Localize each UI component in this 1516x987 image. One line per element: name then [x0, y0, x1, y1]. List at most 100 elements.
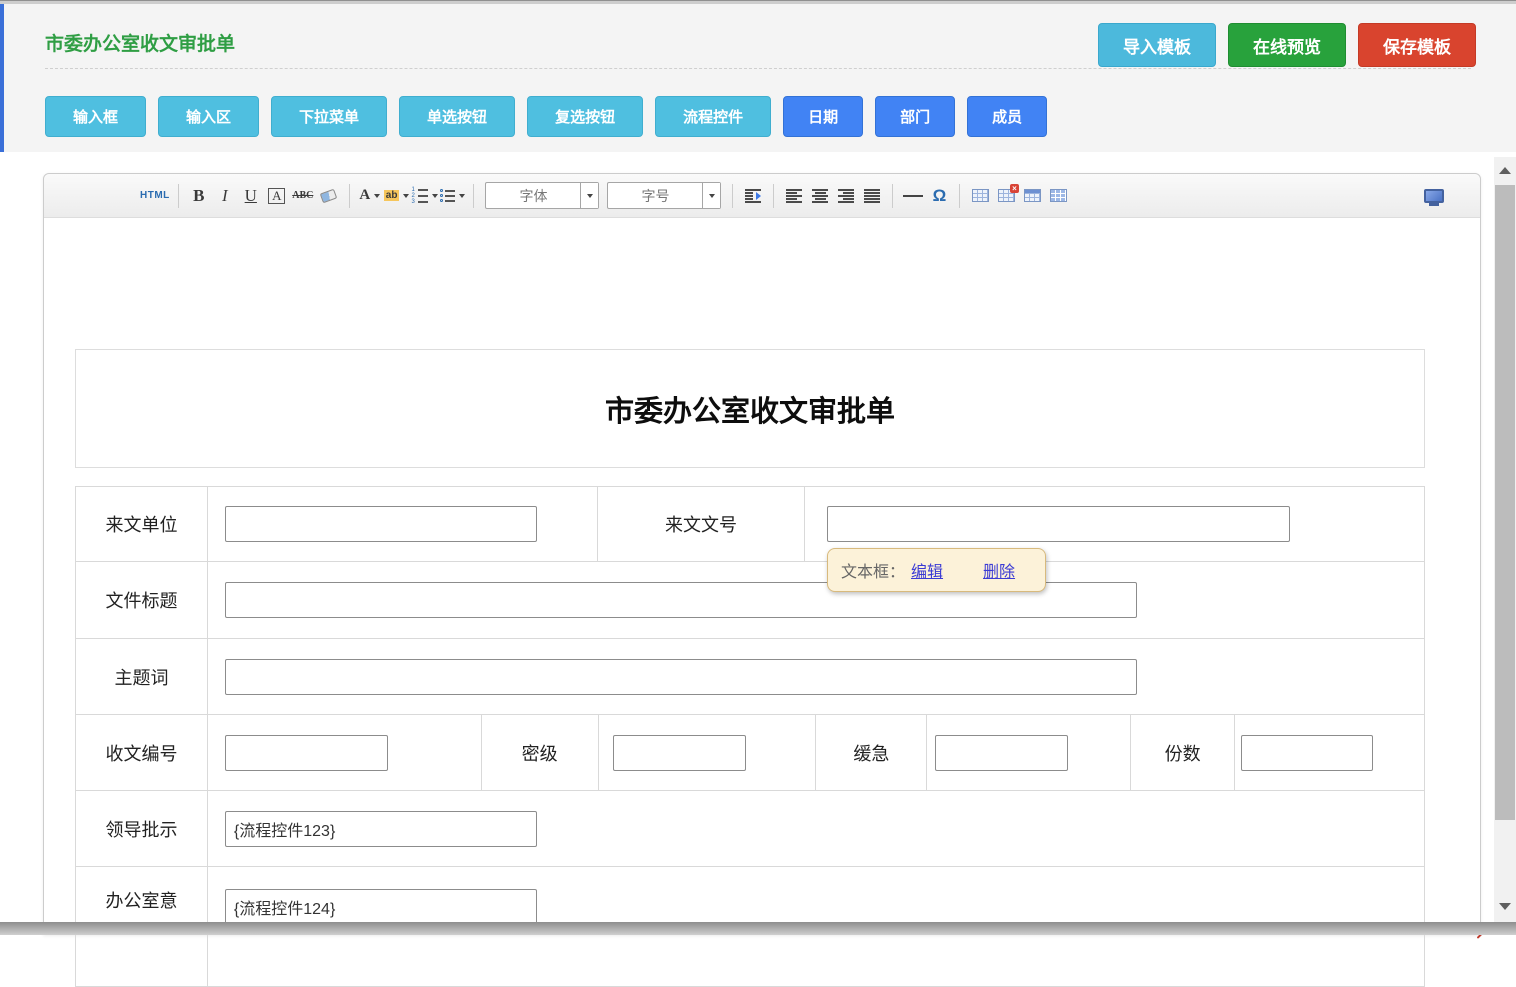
align-left-icon[interactable]	[782, 183, 806, 209]
indent-icon[interactable]	[741, 183, 765, 209]
left-accent-stripe	[0, 4, 4, 152]
eraser-icon	[320, 188, 338, 203]
strikethrough-icon[interactable]: ABC	[291, 183, 315, 209]
page-title: 市委办公室收文审批单	[45, 29, 235, 56]
ordered-list-icon[interactable]: 1 2 3	[411, 183, 438, 209]
triangle-down-icon	[1499, 903, 1511, 910]
toolbar-separator	[473, 184, 474, 208]
toolbar-separator	[773, 184, 774, 208]
highlight-color-icon[interactable]: ab	[384, 183, 410, 209]
widget-radio-button[interactable]: 单选按钮	[399, 96, 515, 137]
header: 市委办公室收文审批单 导入模板 在线预览 保存模板 输入框 输入区 下拉菜单 单…	[0, 4, 1516, 152]
copies-count-input[interactable]	[1241, 735, 1373, 771]
widget-button-row: 输入框 输入区 下拉菜单 单选按钮 复选按钮 流程控件 日期 部门 成员	[45, 96, 1047, 137]
table-row: 文件标题	[76, 562, 1425, 639]
editor-content-area[interactable]: 市委办公室收文审批单 来文单位 来文文号 文件标题	[44, 218, 1480, 987]
table-row: 收文编号 密级 缓急 份数	[76, 715, 1425, 791]
table-properties-icon[interactable]	[1020, 183, 1044, 209]
toolbar-separator	[178, 184, 179, 208]
form-table: 来文单位 来文文号 文件标题 主题词	[75, 486, 1425, 987]
toolbar-separator	[732, 184, 733, 208]
table-cell	[208, 487, 598, 562]
document-title-label: 文件标题	[76, 562, 208, 639]
unordered-list-icon[interactable]	[440, 183, 465, 209]
font-style-box-icon[interactable]: A	[268, 188, 285, 204]
leader-instructions-label: 领导批示	[76, 791, 208, 867]
insert-table-icon[interactable]	[968, 183, 992, 209]
table-cell-properties-icon[interactable]	[1046, 183, 1070, 209]
html-source-icon[interactable]: HTML	[140, 183, 170, 209]
scroll-down-arrow[interactable]	[1494, 896, 1516, 916]
vertical-scrollbar[interactable]	[1494, 157, 1516, 922]
action-buttons: 导入模板 在线预览 保存模板	[1098, 23, 1476, 67]
receipt-number-input[interactable]	[225, 735, 388, 771]
widget-textarea-button[interactable]: 输入区	[158, 96, 259, 137]
table-row: 领导批示	[76, 791, 1425, 867]
chevron-down-icon	[374, 194, 380, 198]
bold-icon[interactable]: B	[187, 183, 211, 209]
textbox-widget-tooltip: 文本框： 编辑 删除	[827, 548, 1046, 592]
table-cell	[208, 562, 1425, 639]
urgency-input[interactable]	[935, 735, 1068, 771]
widget-dropdown-button[interactable]: 下拉菜单	[271, 96, 387, 137]
align-center-icon[interactable]	[808, 183, 832, 209]
font-color-icon[interactable]: A	[358, 183, 382, 209]
align-justify-icon[interactable]	[860, 183, 884, 209]
widget-date-button[interactable]: 日期	[783, 96, 863, 137]
table-cell	[208, 639, 1425, 715]
delete-widget-link[interactable]: 删除	[983, 558, 1015, 582]
leader-instructions-input[interactable]	[225, 811, 537, 847]
widget-type-label: 文本框：	[841, 558, 905, 582]
subject-words-input[interactable]	[225, 659, 1137, 695]
toolbar-separator	[892, 184, 893, 208]
widget-department-button[interactable]: 部门	[875, 96, 955, 137]
font-size-select[interactable]: 字号	[607, 182, 721, 209]
special-character-icon[interactable]: Ω	[927, 183, 951, 209]
receipt-number-label: 收文编号	[76, 715, 208, 791]
form-title: 市委办公室收文审批单	[605, 388, 895, 430]
window-bottom-edge	[0, 922, 1516, 935]
table-cell	[599, 715, 817, 791]
chevron-down-icon	[403, 194, 409, 198]
delete-table-icon[interactable]	[994, 183, 1018, 209]
secrecy-level-input[interactable]	[613, 735, 746, 771]
chevron-down-icon	[459, 194, 465, 198]
incoming-unit-input[interactable]	[225, 506, 537, 542]
urgency-label: 缓急	[816, 715, 927, 791]
chevron-down-icon[interactable]	[580, 183, 598, 208]
rich-text-editor: HTML B I U A ABC A ab 1 2 3 字体	[43, 173, 1481, 935]
chevron-down-icon[interactable]	[702, 183, 720, 208]
widget-checkbox-button[interactable]: 复选按钮	[527, 96, 643, 137]
edit-widget-link[interactable]: 编辑	[911, 558, 943, 582]
toolbar-separator	[959, 184, 960, 208]
import-template-button[interactable]: 导入模板	[1098, 23, 1216, 67]
office-opinion-input[interactable]	[225, 889, 537, 925]
secrecy-level-label: 密级	[482, 715, 599, 791]
widget-member-button[interactable]: 成员	[967, 96, 1047, 137]
triangle-up-icon	[1499, 167, 1511, 174]
table-row: 来文单位 来文文号	[76, 487, 1425, 562]
table-row: 主题词	[76, 639, 1425, 715]
incoming-unit-label: 来文单位	[76, 487, 208, 562]
horizontal-rule-icon[interactable]	[901, 183, 925, 209]
save-template-button[interactable]: 保存模板	[1358, 23, 1476, 67]
widget-flow-control-button[interactable]: 流程控件	[655, 96, 771, 137]
scrollbar-thumb[interactable]	[1495, 185, 1515, 820]
toolbar-separator	[349, 184, 350, 208]
online-preview-button[interactable]: 在线预览	[1228, 23, 1346, 67]
italic-icon[interactable]: I	[213, 183, 237, 209]
font-family-select[interactable]: 字体	[485, 182, 599, 209]
table-cell	[927, 715, 1131, 791]
fullscreen-monitor-icon[interactable]	[1424, 189, 1444, 203]
underline-icon[interactable]: U	[239, 183, 263, 209]
scroll-up-arrow[interactable]	[1494, 160, 1516, 180]
incoming-doc-number-label: 来文文号	[598, 487, 806, 562]
incoming-doc-number-input[interactable]	[827, 506, 1290, 542]
remove-format-eraser-icon[interactable]	[317, 183, 341, 209]
form-title-cell: 市委办公室收文审批单	[75, 349, 1425, 468]
header-divider	[45, 68, 1471, 69]
align-right-icon[interactable]	[834, 183, 858, 209]
widget-input-box-button[interactable]: 输入框	[45, 96, 146, 137]
table-cell	[1235, 715, 1425, 791]
editor-toolbar: HTML B I U A ABC A ab 1 2 3 字体	[44, 174, 1480, 218]
